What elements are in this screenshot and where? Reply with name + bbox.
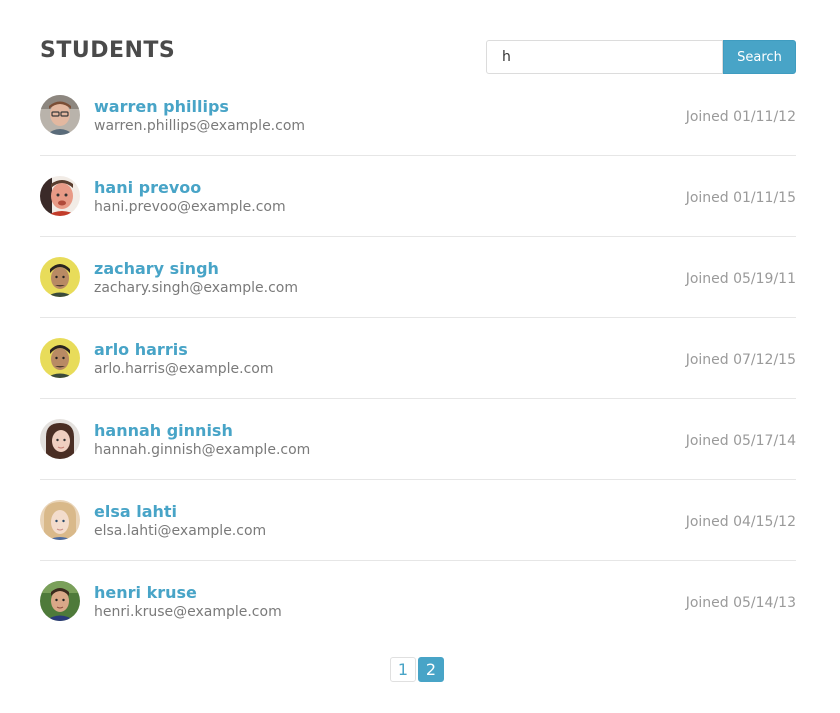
student-list: warren phillips warren.phillips@example.… [40,75,796,641]
joined-date: Joined 05/14/13 [685,595,796,611]
student-email: zachary.singh@example.com [94,280,298,296]
student-email: elsa.lahti@example.com [94,523,267,539]
joined-date: Joined 05/19/11 [685,271,796,287]
page-title: STUDENTS [40,38,176,63]
student-row: henri kruse henri.kruse@example.com Join… [40,561,796,641]
avatar [40,338,80,378]
student-name[interactable]: zachary singh [94,259,219,279]
joined-date: Joined 01/11/15 [685,190,796,206]
student-email: hani.prevoo@example.com [94,199,286,215]
joined-date: Joined 01/11/12 [685,109,796,125]
student-row: hannah ginnish hannah.ginnish@example.co… [40,399,796,480]
pagination: 1 2 [390,657,444,682]
student-name[interactable]: henri kruse [94,583,197,603]
joined-date: Joined 05/17/14 [685,433,796,449]
student-name[interactable]: hannah ginnish [94,421,233,441]
student-name[interactable]: elsa lahti [94,502,177,522]
student-email: warren.phillips@example.com [94,118,306,134]
student-name[interactable]: hani prevoo [94,178,201,198]
student-row: zachary singh zachary.singh@example.com … [40,237,796,318]
student-row: warren phillips warren.phillips@example.… [40,75,796,156]
joined-date: Joined 07/12/15 [685,352,796,368]
avatar [40,419,80,459]
students-page: STUDENTS Search warren phillips warren.p… [0,0,840,713]
student-email: arlo.harris@example.com [94,361,274,377]
header: STUDENTS Search [40,36,796,76]
student-row: hani prevoo hani.prevoo@example.com Join… [40,156,796,237]
avatar [40,176,80,216]
search-bar: Search [486,40,796,74]
search-button[interactable]: Search [723,40,796,74]
avatar [40,581,80,621]
student-row: elsa lahti elsa.lahti@example.com Joined… [40,480,796,561]
search-input[interactable] [486,40,723,74]
avatar [40,95,80,135]
page-button-1[interactable]: 1 [390,657,416,682]
page-button-2[interactable]: 2 [418,657,444,682]
student-name[interactable]: warren phillips [94,97,229,117]
student-email: hannah.ginnish@example.com [94,442,311,458]
student-row: arlo harris arlo.harris@example.com Join… [40,318,796,399]
avatar [40,500,80,540]
student-email: henri.kruse@example.com [94,604,282,620]
avatar [40,257,80,297]
student-name[interactable]: arlo harris [94,340,188,360]
joined-date: Joined 04/15/12 [685,514,796,530]
